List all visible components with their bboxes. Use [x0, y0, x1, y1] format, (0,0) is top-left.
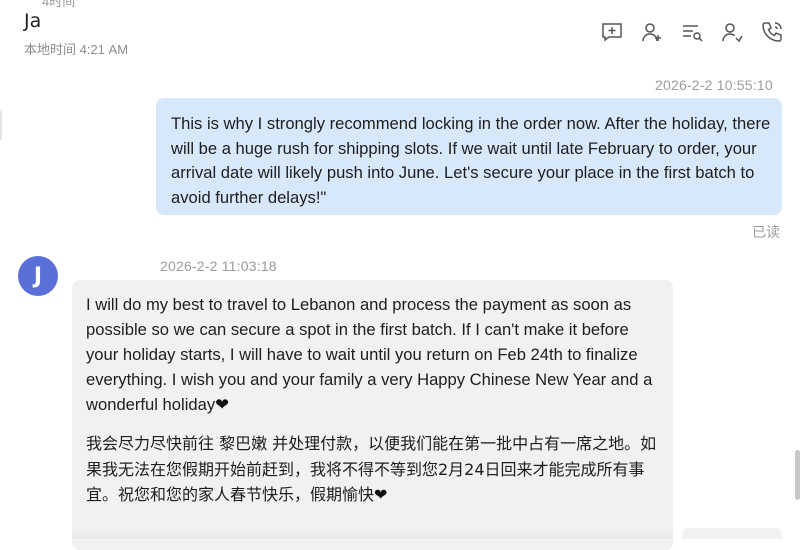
contact-name[interactable]: Ja — [24, 10, 41, 32]
heart-icon: ❤ — [215, 395, 230, 414]
scrollbar[interactable] — [795, 450, 800, 500]
message-timestamp: 2026-2-2 11:03:18 — [160, 258, 277, 274]
heart-icon: ❤ — [374, 485, 388, 504]
incoming-message-bubble[interactable]: I will do my best to travel to Lebanon a… — [72, 280, 673, 550]
incoming-message-english: I will do my best to travel to Lebanon a… — [86, 292, 661, 417]
message-timestamp: 2026-2-2 10:55:10 — [655, 77, 773, 93]
outgoing-message-text: This is why I strongly recommend locking… — [171, 114, 771, 207]
incoming-english-text: I will do my best to travel to Lebanon a… — [86, 295, 653, 414]
avatar-letter: J — [33, 263, 43, 289]
list-search-icon[interactable] — [680, 20, 706, 46]
contact-transfer-icon[interactable] — [720, 20, 746, 46]
chat-toolbar — [600, 20, 790, 46]
adjacent-bubble-edge — [682, 528, 782, 539]
read-status: 已读 — [752, 224, 780, 240]
bubble-footer — [72, 530, 673, 539]
add-message-icon[interactable] — [600, 20, 626, 46]
add-contact-icon[interactable] — [640, 20, 666, 46]
avatar[interactable]: J — [18, 256, 58, 296]
left-edge-marker — [0, 110, 2, 140]
incoming-message-chinese: 我会尽力尽快前往 黎巴嫩 并处理付款，以便我们能在第一批中占有一席之地。如果我无… — [86, 431, 661, 508]
chat-header: 4时间 Ja 本地时间 4:21 AM — [0, 0, 800, 62]
local-time: 本地时间 4:21 AM — [24, 42, 129, 57]
call-icon[interactable] — [760, 20, 786, 46]
incoming-chinese-text: 我会尽力尽快前往 黎巴嫩 并处理付款，以便我们能在第一批中占有一席之地。如果我无… — [86, 434, 657, 504]
outgoing-message-bubble[interactable]: This is why I strongly recommend locking… — [156, 98, 782, 215]
clipped-label: 4时间 — [42, 0, 76, 9]
